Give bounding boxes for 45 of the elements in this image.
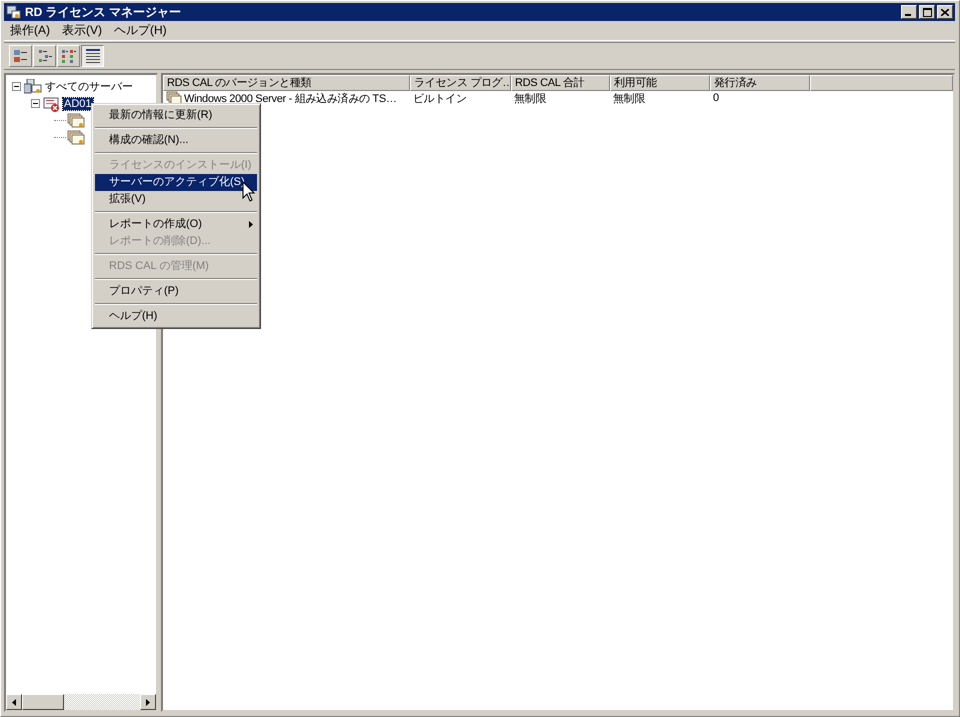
minimize-button[interactable] [901, 5, 917, 19]
mouse-pointer-icon [242, 181, 256, 203]
close-icon [941, 8, 949, 16]
menu-item[interactable]: レポートの作成(O) [95, 216, 257, 233]
right-arrow-icon [146, 698, 150, 706]
menu-item[interactable]: 最新の情報に更新(R) [95, 107, 257, 124]
table-cell: 0 [713, 92, 719, 104]
table-cell-text: Windows 2000 Server - 組み込み済みの TS… [184, 92, 397, 106]
view-button[interactable] [81, 45, 104, 67]
menu-item[interactable]: ヘルプ(H) [108, 22, 173, 39]
column-header[interactable]: 発行済み [710, 75, 810, 91]
menu-item[interactable]: 構成の確認(N)... [95, 132, 257, 149]
small-icons-icon [36, 48, 52, 64]
submenu-arrow-icon [249, 221, 253, 228]
collapse-icon[interactable] [31, 99, 40, 108]
left-arrow-icon [12, 698, 16, 706]
close-button[interactable] [937, 5, 953, 19]
menu-item[interactable]: プロパティ(P) [95, 283, 257, 300]
tree-item[interactable]: すべてのサーバー [44, 79, 134, 94]
servers-icon [24, 78, 42, 94]
menu-item[interactable]: ヘルプ(H) [95, 308, 257, 325]
table-cell-text: 無制限 [514, 92, 546, 106]
list-icon [60, 48, 76, 64]
maximize-icon [922, 8, 932, 16]
column-header[interactable]: 利用可能 [610, 75, 710, 91]
large-icons-icon [12, 48, 28, 64]
certificate-icon [67, 112, 85, 128]
window-title: RD ライセンス マネージャー [25, 4, 182, 20]
menu-item[interactable]: 表示(V) [56, 22, 108, 39]
scroll-right-button[interactable] [140, 694, 156, 710]
maximize-button[interactable] [919, 5, 935, 19]
tree-item[interactable]: AD01 [63, 98, 93, 110]
horizontal-scrollbar[interactable] [6, 694, 156, 710]
column-header[interactable]: RDS CAL 合計 [511, 75, 610, 91]
column-header[interactable]: RDS CAL のバージョンと種類 [163, 75, 410, 91]
scroll-thumb[interactable] [22, 694, 64, 710]
menu-item[interactable]: 操作(A) [4, 22, 56, 39]
menu-item[interactable]: 拡張(V) [95, 191, 257, 208]
collapse-icon[interactable] [12, 82, 21, 91]
table-cell-text: 無制限 [613, 92, 646, 106]
scroll-left-button[interactable] [6, 694, 22, 710]
details-icon [84, 48, 100, 64]
server-icon [6, 4, 22, 20]
certificate-icon [67, 130, 85, 146]
table-cell-text: ビルトイン [413, 92, 467, 106]
